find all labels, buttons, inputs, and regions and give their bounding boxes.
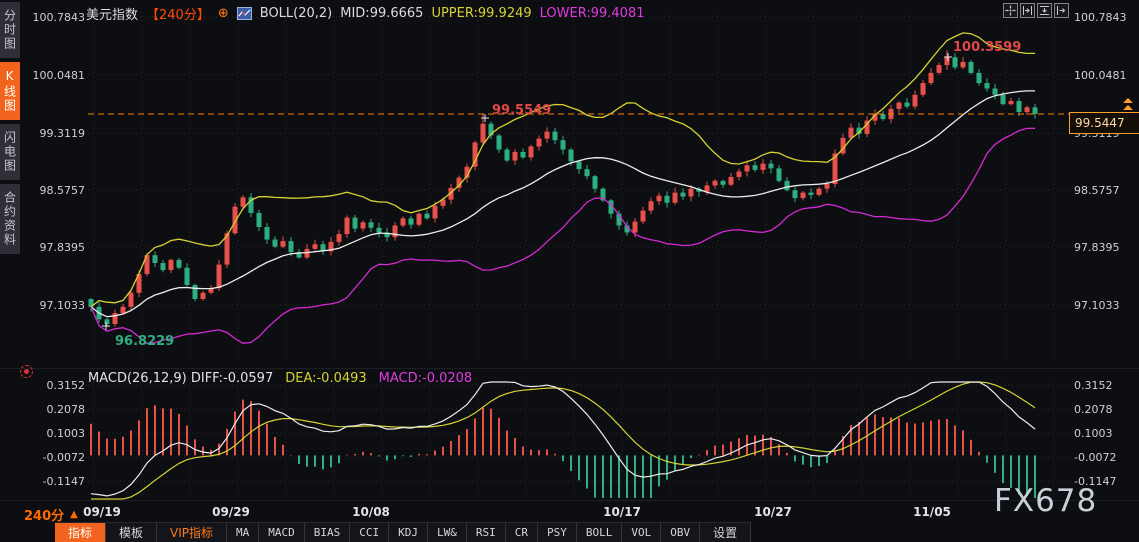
toolbar-button-13[interactable]: BOLL bbox=[576, 523, 623, 542]
last-price-tag: 99.5447 bbox=[1069, 112, 1139, 134]
toolbar-button-2[interactable]: 模板 bbox=[106, 523, 158, 542]
alert-icon[interactable] bbox=[20, 365, 33, 378]
price-axis-label: 100.7843 bbox=[33, 11, 86, 24]
timeframe-arrow-icon: ▲ bbox=[70, 509, 78, 520]
compress-y-icon[interactable] bbox=[1020, 3, 1035, 18]
macd-axis-label: -0.0072 bbox=[43, 451, 85, 464]
sidebar-item-4[interactable]: 合约资料 bbox=[0, 184, 20, 254]
macd-axis-label: 0.1003 bbox=[47, 427, 86, 440]
watermark: FX678 bbox=[994, 483, 1098, 519]
x-axis-label: 10/27 bbox=[754, 505, 792, 519]
price-axis-label: 97.8395 bbox=[40, 241, 86, 254]
macd-bar-value: MACD:-0.0208 bbox=[378, 371, 473, 386]
x-axis-label: 10/08 bbox=[352, 505, 390, 519]
toolbar-button-10[interactable]: RSI bbox=[466, 523, 506, 542]
price-axis-label: 100.0481 bbox=[1074, 69, 1127, 82]
sidebar-item-2[interactable]: K线图 bbox=[0, 62, 20, 120]
macd-axis-label: -0.1147 bbox=[43, 475, 85, 488]
scroll-latest-icon[interactable] bbox=[1122, 97, 1134, 111]
toolbar-button-3[interactable]: VIP指标 bbox=[157, 523, 228, 542]
price-axis-label: 100.0481 bbox=[33, 69, 86, 82]
x-axis-label: 11/05 bbox=[913, 505, 951, 519]
macd-axis-label: 0.3152 bbox=[1074, 379, 1113, 392]
candles-layer bbox=[88, 50, 1038, 327]
macd-axis-label: -0.0072 bbox=[1074, 451, 1116, 464]
add-icon[interactable]: ⊕ bbox=[218, 6, 229, 21]
price-axis-label: 98.5757 bbox=[1074, 184, 1120, 197]
indicator-toolbar: 指标 模板 VIP指标 MA MACD BIAS CCI KDJ LW& RSI CR PSY BOLL… bbox=[55, 522, 752, 542]
macd-axis-label: 0.3152 bbox=[47, 379, 86, 392]
toolbar-button-6[interactable]: BIAS bbox=[304, 523, 351, 542]
toolbar-button-1[interactable]: 指标 bbox=[55, 523, 107, 542]
price-annotation: 100.3599 bbox=[953, 40, 1021, 55]
extreme-marker bbox=[481, 114, 489, 122]
toolbar-button-11[interactable]: CR bbox=[505, 523, 539, 542]
boll-lower-value: LOWER:99.4081 bbox=[539, 6, 645, 21]
last-price-value: 99.5447 bbox=[1075, 116, 1125, 130]
compress-x-icon[interactable] bbox=[1037, 3, 1052, 18]
toolbar-button-8[interactable]: KDJ bbox=[389, 523, 429, 542]
macd-histogram bbox=[90, 399, 1036, 498]
macd-header: MACD(26,12,9) DIFF:-0.0597 DEA:-0.0493 M… bbox=[88, 371, 472, 386]
toolbar-button-7[interactable]: CCI bbox=[350, 523, 390, 542]
chart-header: 美元指数 【240分】 ⊕ BOLL(20,2) MID:99.6665 UPP… bbox=[86, 4, 645, 23]
pan-tool-icon[interactable] bbox=[1003, 3, 1018, 18]
chart-canvas[interactable]: 100.7843 100.7843 100.0481 100.0481 99.3119 9… bbox=[0, 0, 1139, 541]
chart-type-icon[interactable] bbox=[236, 7, 252, 20]
boll-label: BOLL(20,2) bbox=[259, 6, 333, 21]
toolbar-button-4[interactable]: MA bbox=[227, 523, 260, 542]
boll-lower-line bbox=[90, 127, 1036, 345]
price-axis-label: 98.5757 bbox=[40, 184, 86, 197]
chart-window: 100.7843 100.7843 100.0481 100.0481 99.3119 9… bbox=[0, 0, 1139, 542]
boll-upper-value: UPPER:99.9249 bbox=[431, 6, 532, 21]
toolbar-button-9[interactable]: LW& bbox=[428, 523, 467, 542]
macd-axis-label: 0.1003 bbox=[1074, 427, 1113, 440]
toolbar-button-14[interactable]: VOL bbox=[622, 523, 662, 542]
macd-axis-label: 0.2078 bbox=[1074, 403, 1113, 416]
period-label: 【240分】 bbox=[146, 8, 210, 23]
price-axis-label: 97.8395 bbox=[1074, 241, 1120, 254]
toolbar-button-16[interactable]: 设置 bbox=[700, 523, 752, 542]
macd-axis-label: 0.2078 bbox=[47, 403, 86, 416]
sidebar-item-1[interactable]: 分时图 bbox=[0, 2, 20, 58]
boll-mid-value: MID:99.6665 bbox=[340, 6, 424, 21]
price-axis-label: 97.1033 bbox=[1074, 299, 1120, 312]
boll-mid-line bbox=[90, 90, 1035, 318]
macd-dea-value: DEA:-0.0493 bbox=[285, 371, 367, 386]
price-axis-label: 100.7843 bbox=[1074, 11, 1127, 24]
shift-right-icon[interactable] bbox=[1054, 3, 1069, 18]
sidebar: 分时图 K线图闪电图合约资料 bbox=[0, 0, 20, 541]
sidebar-item-3[interactable]: 闪电图 bbox=[0, 124, 20, 180]
macd-diff-line bbox=[90, 381, 1036, 497]
price-annotation: 96.8229 bbox=[115, 334, 174, 349]
symbol-name: 美元指数 bbox=[86, 8, 139, 23]
price-annotation: 99.5549 bbox=[492, 103, 551, 118]
toolbar-button-5[interactable]: MACD bbox=[259, 523, 305, 542]
boll-upper-line bbox=[90, 32, 1035, 308]
x-axis-label: 09/29 bbox=[212, 505, 250, 519]
chart-tool-icons bbox=[1003, 3, 1069, 18]
macd-diff-value: MACD(26,12,9) DIFF:-0.0597 bbox=[88, 371, 274, 386]
x-axis-label: 10/17 bbox=[603, 505, 641, 519]
price-axis-label: 97.1033 bbox=[40, 299, 86, 312]
toolbar-button-12[interactable]: PSY bbox=[538, 523, 577, 542]
toolbar-button-15[interactable]: OBV bbox=[661, 523, 701, 542]
price-axis-label: 99.3119 bbox=[40, 127, 86, 140]
x-axis-label: 09/19 bbox=[83, 505, 121, 519]
